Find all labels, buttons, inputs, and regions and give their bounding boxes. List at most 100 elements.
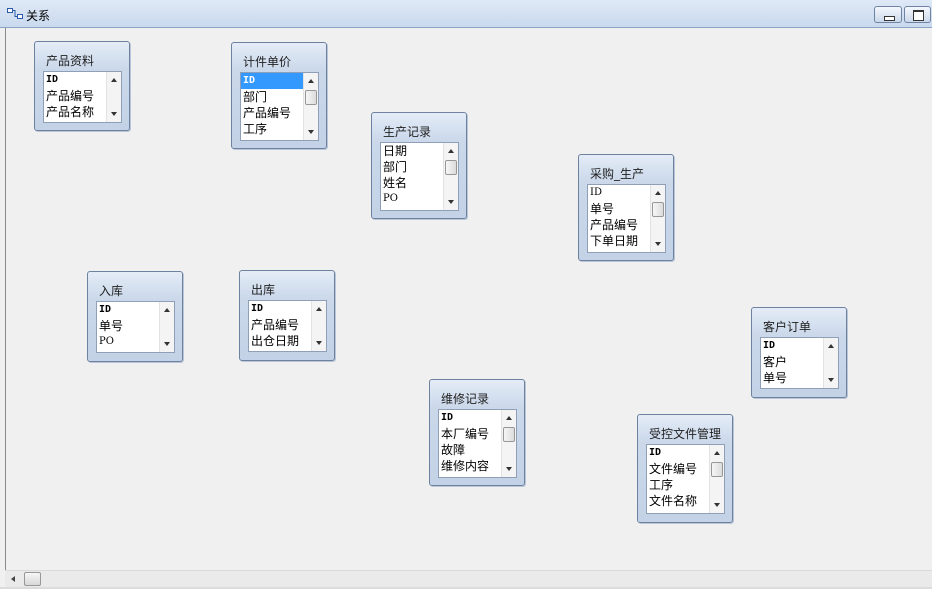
field-item[interactable]: 工序 (647, 477, 709, 493)
field-item[interactable]: PO (97, 334, 159, 350)
field-item[interactable]: 出仓日期 (249, 333, 311, 349)
table-box-caigou-shengchan[interactable]: 采购_生产 ID 单号 产品编号 下单日期 (578, 154, 674, 261)
scroll-up-arrow-icon[interactable] (655, 191, 661, 195)
table-title: 计件单价 (243, 55, 292, 69)
restore-button[interactable] (904, 6, 931, 23)
field-item[interactable]: 产品名称 (44, 104, 106, 120)
field-list[interactable]: ID 产品编号 出仓日期 (248, 300, 327, 352)
table-box-chanpin-ziliao[interactable]: 产品资料 ID 产品编号 产品名称 (34, 41, 130, 131)
table-box-jijian-danjia[interactable]: 计件单价 ID 部门 产品编号 工序 (231, 42, 327, 149)
field-item[interactable]: ID (44, 72, 106, 88)
field-list[interactable]: ID 产品编号 产品名称 (43, 71, 122, 123)
scroll-up-arrow-icon[interactable] (111, 78, 117, 82)
scroll-thumb[interactable] (711, 462, 723, 477)
field-item[interactable]: PO (381, 191, 443, 207)
field-item[interactable]: ID (761, 338, 823, 354)
field-item[interactable]: ID (249, 301, 311, 317)
field-item[interactable]: 产品编号 (44, 88, 106, 104)
field-list[interactable]: 日期 部门 姓名 PO (380, 142, 459, 211)
scroll-down-arrow-icon[interactable] (448, 200, 454, 204)
field-item[interactable]: 文件编号 (647, 461, 709, 477)
field-item[interactable]: 产品编号 (588, 217, 650, 233)
table-box-weixiu-jilu[interactable]: 维修记录 ID 本厂编号 故障 维修内容 (429, 379, 525, 486)
table-title: 维修记录 (441, 392, 490, 406)
field-list[interactable]: ID 客户 单号 (760, 337, 839, 389)
field-list-scrollbar[interactable] (443, 143, 458, 210)
horizontal-scrollbar[interactable] (5, 570, 932, 587)
scroll-down-arrow-icon[interactable] (506, 467, 512, 471)
field-item[interactable]: 维修内容 (439, 458, 501, 474)
field-item[interactable]: 故障 (439, 442, 501, 458)
field-list-scrollbar[interactable] (501, 410, 516, 477)
scroll-down-arrow-icon[interactable] (316, 341, 322, 345)
field-item[interactable]: ID (588, 185, 650, 201)
field-list-scrollbar[interactable] (159, 302, 174, 352)
field-item[interactable]: 客户 (761, 354, 823, 370)
field-item[interactable]: 姓名 (381, 175, 443, 191)
field-list-scrollbar[interactable] (311, 301, 326, 351)
scroll-up-arrow-icon[interactable] (448, 149, 454, 153)
table-title: 生产记录 (383, 125, 432, 139)
window-title: 关系 (26, 9, 51, 23)
field-list[interactable]: ID 部门 产品编号 工序 (240, 72, 319, 141)
relationships-canvas[interactable]: 产品资料 ID 产品编号 产品名称 计件单价 ID 部门 产品编号 工序 生产记… (5, 28, 932, 570)
field-list-scrollbar[interactable] (303, 73, 318, 140)
field-list-scrollbar[interactable] (823, 338, 838, 388)
field-item[interactable]: 产品编号 (241, 105, 303, 121)
table-title: 受控文件管理 (649, 427, 722, 441)
field-item[interactable]: 文件名称 (647, 493, 709, 509)
scroll-down-arrow-icon[interactable] (828, 378, 834, 382)
field-item[interactable]: 产品编号 (249, 317, 311, 333)
scroll-down-arrow-icon[interactable] (655, 242, 661, 246)
scroll-left-arrow-icon[interactable] (11, 576, 15, 582)
relationships-icon (7, 8, 23, 19)
scroll-up-arrow-icon[interactable] (506, 416, 512, 420)
scroll-up-arrow-icon[interactable] (714, 451, 720, 455)
field-list[interactable]: ID 本厂编号 故障 维修内容 (438, 409, 517, 478)
scroll-up-arrow-icon[interactable] (828, 344, 834, 348)
table-box-chuku[interactable]: 出库 ID 产品编号 出仓日期 (239, 270, 335, 361)
scroll-thumb[interactable] (652, 202, 664, 217)
field-item[interactable]: 部门 (241, 89, 303, 105)
horizontal-scroll-thumb[interactable] (24, 572, 41, 586)
scroll-down-arrow-icon[interactable] (164, 342, 170, 346)
table-box-shengchan-jilu[interactable]: 生产记录 日期 部门 姓名 PO (371, 112, 467, 219)
field-item[interactable]: ID (439, 410, 501, 426)
table-title: 出库 (251, 283, 276, 297)
minimize-button[interactable] (874, 6, 902, 23)
table-title: 产品资料 (46, 54, 95, 68)
field-list[interactable]: ID 单号 PO (96, 301, 175, 353)
scroll-thumb[interactable] (503, 427, 515, 442)
table-title: 采购_生产 (590, 167, 645, 181)
scroll-down-arrow-icon[interactable] (111, 112, 117, 116)
field-item[interactable]: ID (97, 302, 159, 318)
window-titlebar: 关系 (0, 0, 932, 28)
field-list[interactable]: ID 单号 产品编号 下单日期 (587, 184, 666, 253)
field-item-selected[interactable]: ID (241, 73, 303, 89)
scroll-up-arrow-icon[interactable] (316, 307, 322, 311)
scroll-thumb[interactable] (445, 160, 457, 175)
table-title: 客户订单 (763, 320, 812, 334)
scroll-down-arrow-icon[interactable] (714, 503, 720, 507)
field-item[interactable]: 单号 (588, 201, 650, 217)
field-item[interactable]: 单号 (761, 370, 823, 386)
table-title: 入库 (99, 284, 124, 298)
field-list-scrollbar[interactable] (709, 445, 724, 513)
field-list-scrollbar[interactable] (106, 72, 121, 122)
field-item[interactable]: 部门 (381, 159, 443, 175)
table-box-ruku[interactable]: 入库 ID 单号 PO (87, 271, 183, 362)
table-box-shoukong-wenjian[interactable]: 受控文件管理 ID 文件编号 工序 文件名称 (637, 414, 733, 523)
field-item[interactable]: 本厂编号 (439, 426, 501, 442)
field-item[interactable]: 日期 (381, 143, 443, 159)
scroll-down-arrow-icon[interactable] (308, 130, 314, 134)
field-list[interactable]: ID 文件编号 工序 文件名称 (646, 444, 725, 514)
table-box-kehu-dingdan[interactable]: 客户订单 ID 客户 单号 (751, 307, 847, 398)
field-item[interactable]: 下单日期 (588, 233, 650, 249)
field-item[interactable]: 单号 (97, 318, 159, 334)
field-list-scrollbar[interactable] (650, 185, 665, 252)
scroll-up-arrow-icon[interactable] (164, 308, 170, 312)
field-item[interactable]: ID (647, 445, 709, 461)
scroll-up-arrow-icon[interactable] (308, 79, 314, 83)
field-item[interactable]: 工序 (241, 121, 303, 137)
scroll-thumb[interactable] (305, 90, 317, 105)
